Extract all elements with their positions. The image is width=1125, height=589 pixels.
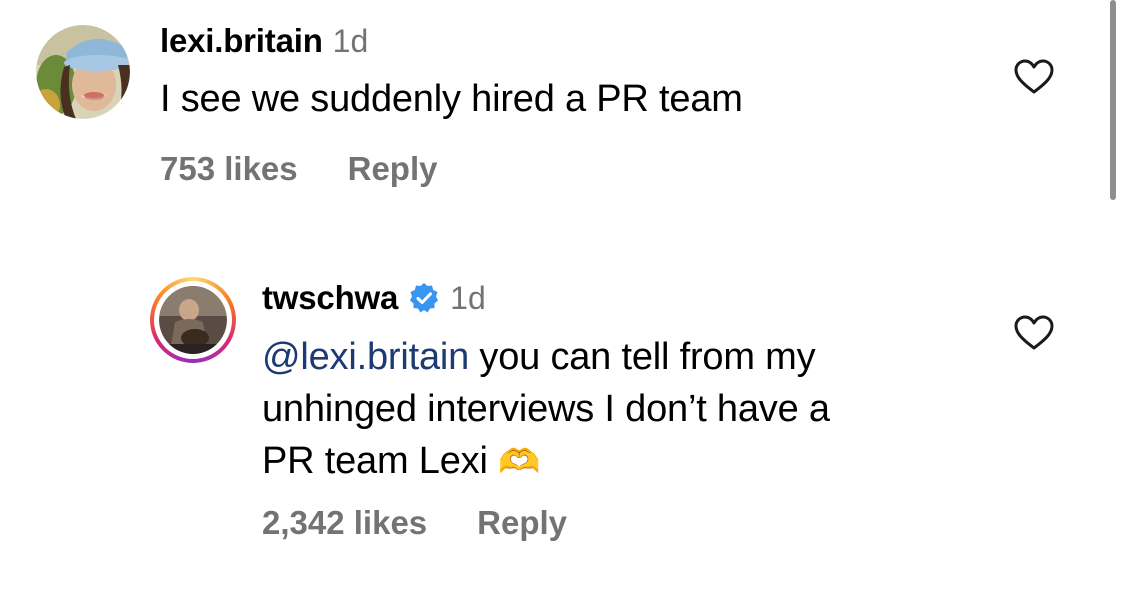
story-ring[interactable] [150, 277, 236, 363]
comment-text-line: you can tell from my [469, 336, 816, 378]
comment-meta: 753 likes Reply [160, 149, 438, 189]
avatar [159, 286, 227, 354]
comment-text-line: unhinged interviews I don’t have a [262, 388, 830, 430]
username[interactable]: twschwa [262, 278, 398, 318]
scrollbar[interactable] [1110, 0, 1116, 200]
timestamp: 1d [332, 23, 369, 59]
comment-header: twschwa 1d [262, 278, 486, 318]
comment-text-line: PR team Lexi [262, 440, 499, 482]
comment-twschwa: twschwa 1d @lexi.britain you can tell fr… [0, 260, 1100, 560]
heart-icon[interactable] [1014, 59, 1054, 95]
comment-text: @lexi.britain you can tell from my unhin… [262, 331, 1042, 488]
reply-button[interactable]: Reply [477, 504, 567, 541]
mention-link[interactable]: @lexi.britain [262, 336, 469, 378]
comment-lexi: lexi.britain 1d I see we suddenly hired a… [0, 0, 1100, 200]
comment-header: lexi.britain 1d [160, 21, 368, 61]
likes-count[interactable]: 2,342 likes [262, 504, 427, 541]
avatar[interactable] [36, 25, 130, 119]
verified-badge-icon [410, 283, 439, 313]
avatar-photo [159, 286, 227, 354]
comment-meta: 2,342 likes Reply [262, 503, 567, 543]
avatar-photo [36, 25, 130, 119]
heart-icon[interactable] [1014, 315, 1054, 351]
comment-text: I see we suddenly hired a PR team [160, 78, 743, 120]
timestamp: 1d [450, 279, 486, 316]
heart-hands-emoji: 🫶 [498, 443, 541, 481]
likes-count[interactable]: 753 likes [160, 150, 298, 187]
username[interactable]: lexi.britain [160, 22, 323, 59]
reply-button[interactable]: Reply [348, 150, 438, 187]
